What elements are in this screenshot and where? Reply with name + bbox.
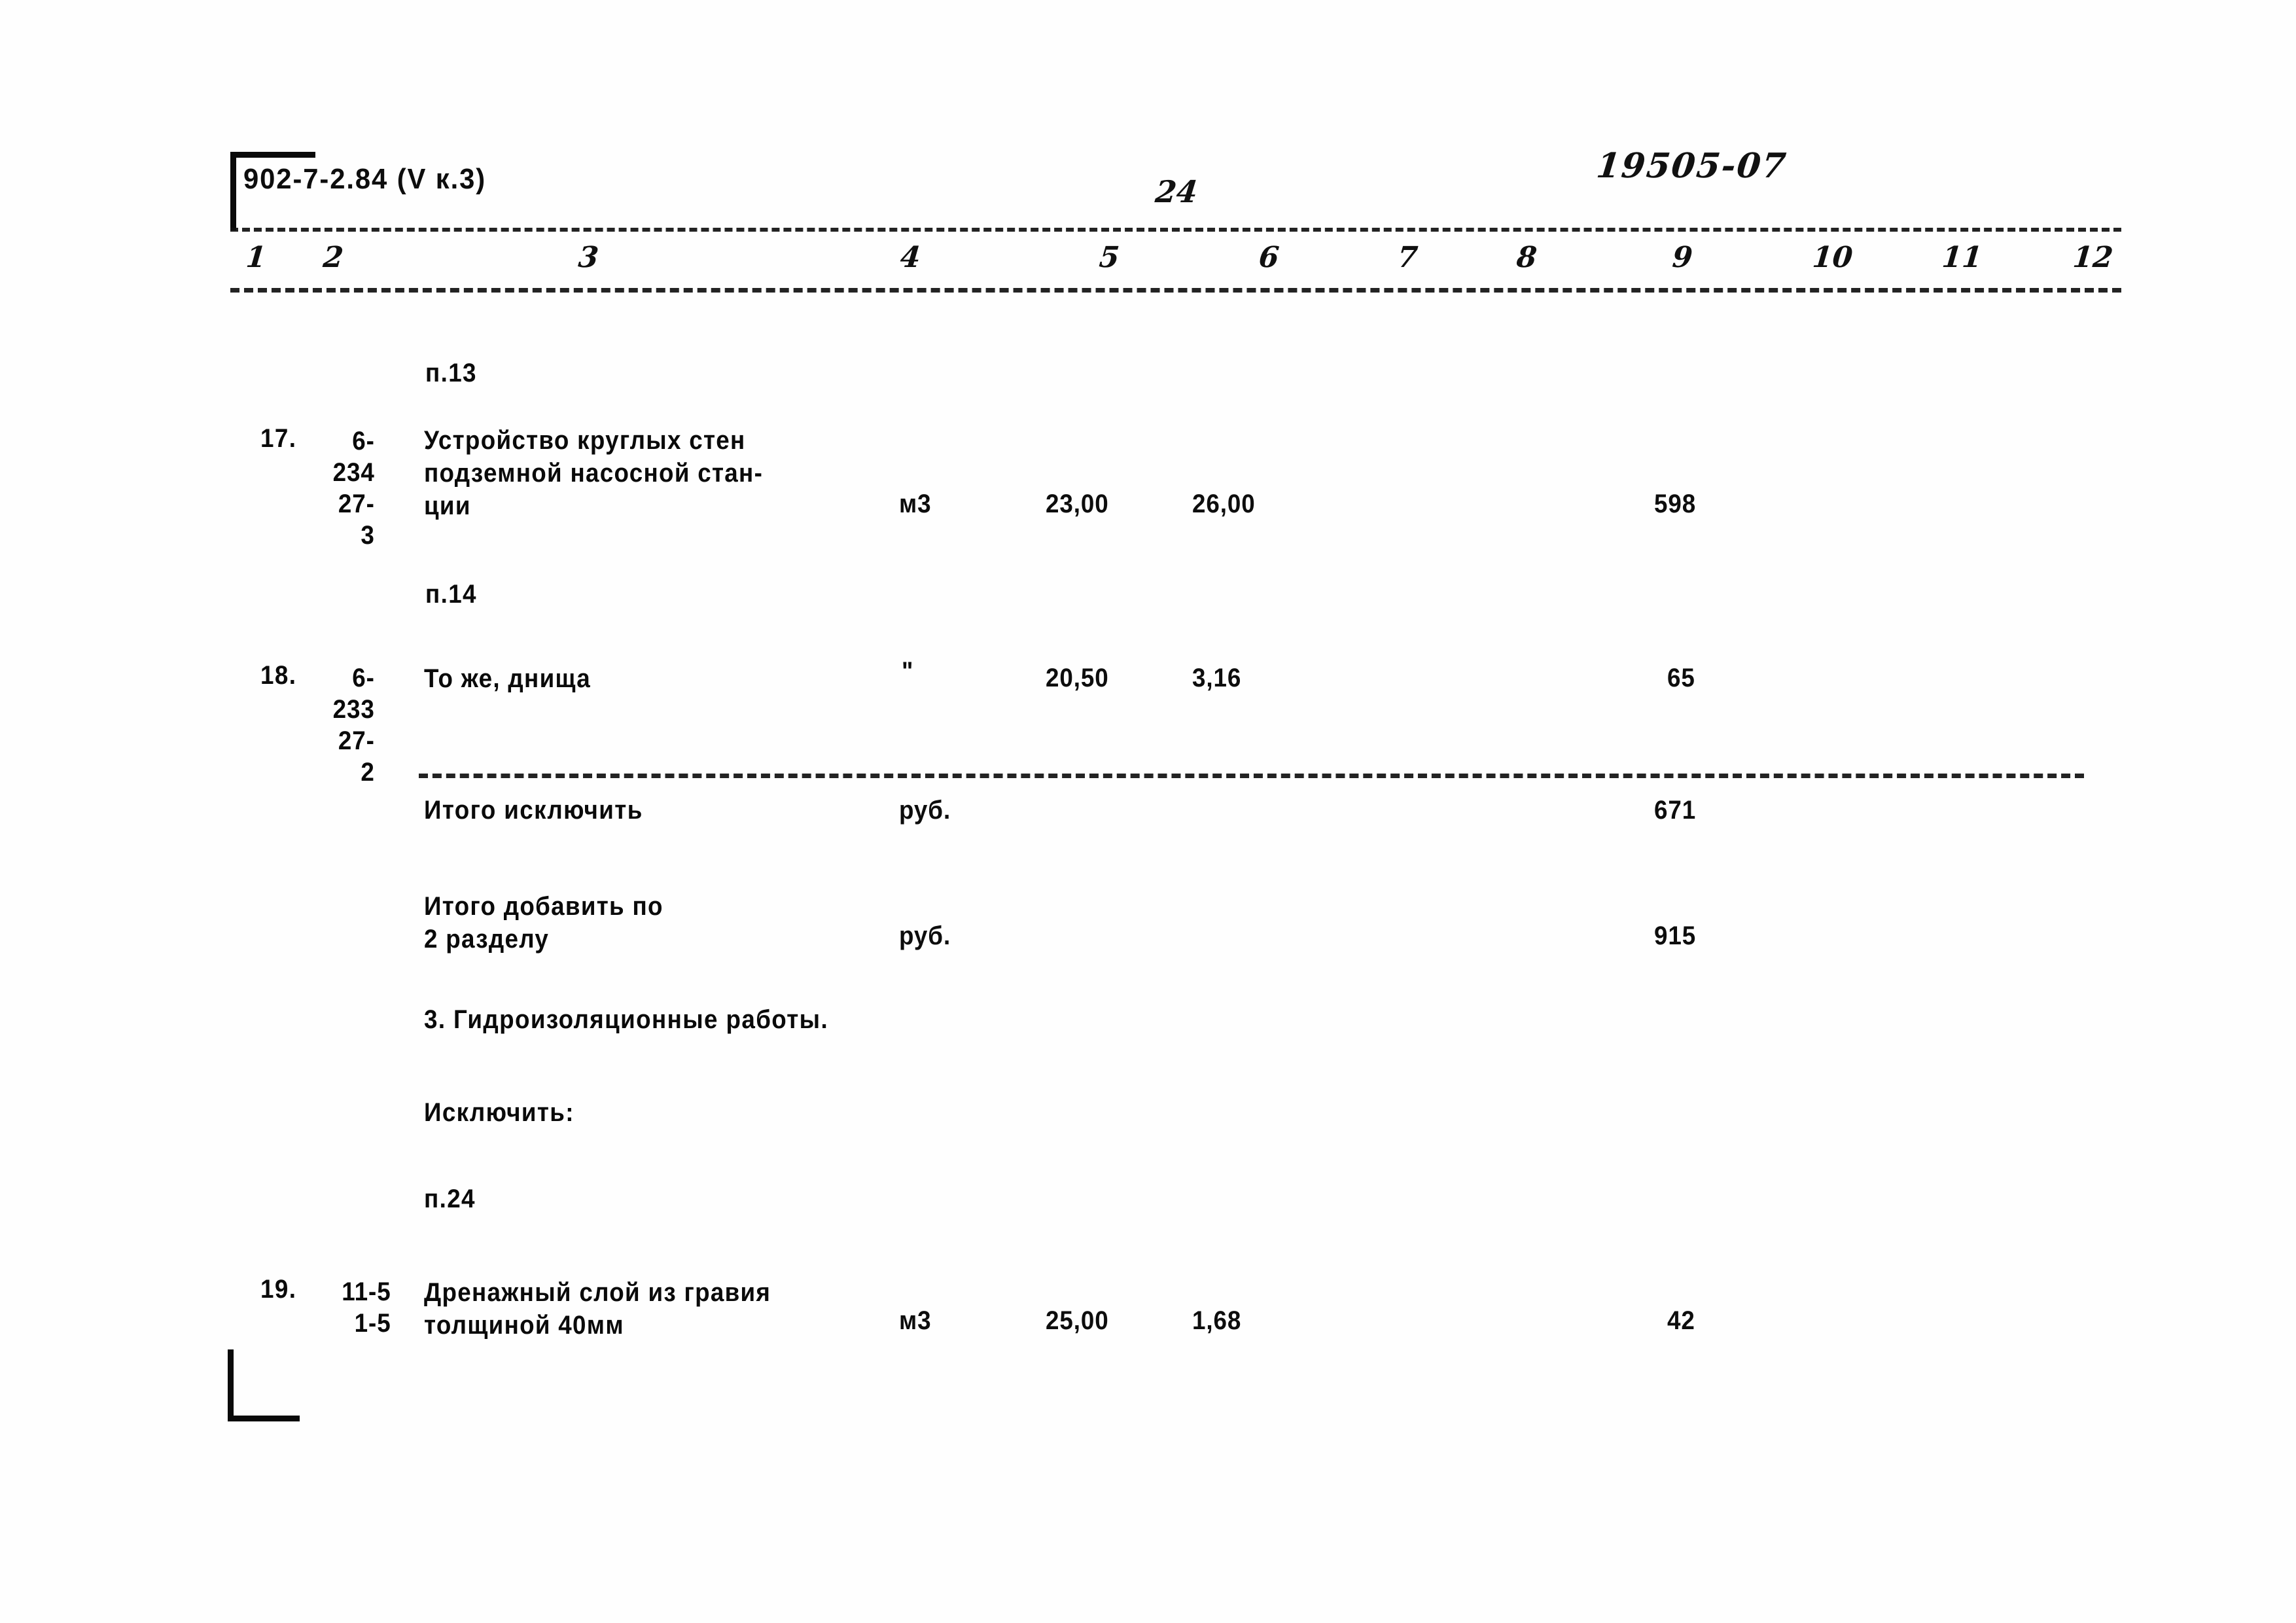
row-3-ref-label: п.24	[424, 1185, 476, 1213]
column-number-7: 7	[1396, 241, 1419, 274]
row-2-code: 6- 233 27- 2	[332, 664, 375, 787]
column-number-8: 8	[1515, 241, 1538, 274]
section-action-label: Исключить:	[424, 1098, 574, 1127]
column-number-4: 4	[898, 241, 922, 274]
row-1-col9-value: 598	[1654, 490, 1697, 518]
column-number-3: 3	[576, 241, 600, 274]
table-rule-top	[230, 228, 2121, 232]
page-number: 24	[1154, 174, 1199, 209]
column-number-9: 9	[1670, 241, 1694, 274]
series-code: 902-7-2.84 (V к.3)	[243, 163, 487, 195]
column-number-12: 12	[2071, 241, 2115, 274]
total-1-value: 671	[1654, 796, 1697, 825]
column-number-11: 11	[1940, 241, 1984, 274]
row-2-ref-label: п.14	[425, 580, 477, 609]
total-1-label: Итого исключить	[424, 796, 643, 825]
row-2-unit: "	[902, 657, 914, 686]
row-1-unit: м3	[899, 490, 932, 518]
column-number-6: 6	[1257, 241, 1280, 274]
row-1-col5-value: 23,00	[1046, 490, 1109, 518]
column-number-1: 1	[244, 241, 268, 274]
row-1-code: 6- 234 27- 3	[332, 427, 375, 550]
total-2-value: 915	[1654, 921, 1697, 950]
total-2-label: Итого добавить по 2 разделу	[424, 892, 663, 954]
column-number-2: 2	[321, 241, 345, 274]
column-number-5: 5	[1097, 241, 1121, 274]
archive-code: 19505-07	[1594, 146, 1790, 186]
total-2-unit: руб.	[899, 921, 951, 950]
column-number-10: 10	[1810, 241, 1854, 274]
total-1-unit: руб.	[899, 796, 951, 825]
row-2-description: То же, днища	[424, 664, 592, 693]
row-2-col5-value: 20,50	[1046, 664, 1109, 692]
row-3-col5-value: 25,00	[1046, 1306, 1109, 1335]
row-3-description: Дренажный слой из гравия толщиной 40мм	[424, 1278, 771, 1340]
row-1-ref-label: п.13	[425, 359, 477, 387]
row-3-code: 11-5 1-5	[342, 1277, 391, 1338]
row-2-col6-value: 3,16	[1192, 664, 1242, 692]
row-3-unit: м3	[899, 1306, 932, 1335]
row-2-col9-value: 65	[1667, 664, 1695, 692]
crop-mark-bottom-left	[228, 1349, 300, 1421]
row-3-col9-value: 42	[1667, 1306, 1695, 1335]
totals-separator-rule	[419, 774, 2084, 778]
row-1-description: Устройство круглых стен подземной насосн…	[424, 426, 764, 520]
row-3-col6-value: 1,68	[1192, 1306, 1242, 1335]
document-page: 902-7-2.84 (V к.3) 24 19505-07 1 2 3 4 5…	[0, 0, 2296, 1623]
section-heading: 3. Гидроизоляционные работы.	[424, 1005, 829, 1034]
table-rule-header-bottom	[230, 288, 2121, 293]
row-3-item-number: 19.	[260, 1275, 297, 1304]
row-1-col6-value: 26,00	[1192, 490, 1256, 518]
